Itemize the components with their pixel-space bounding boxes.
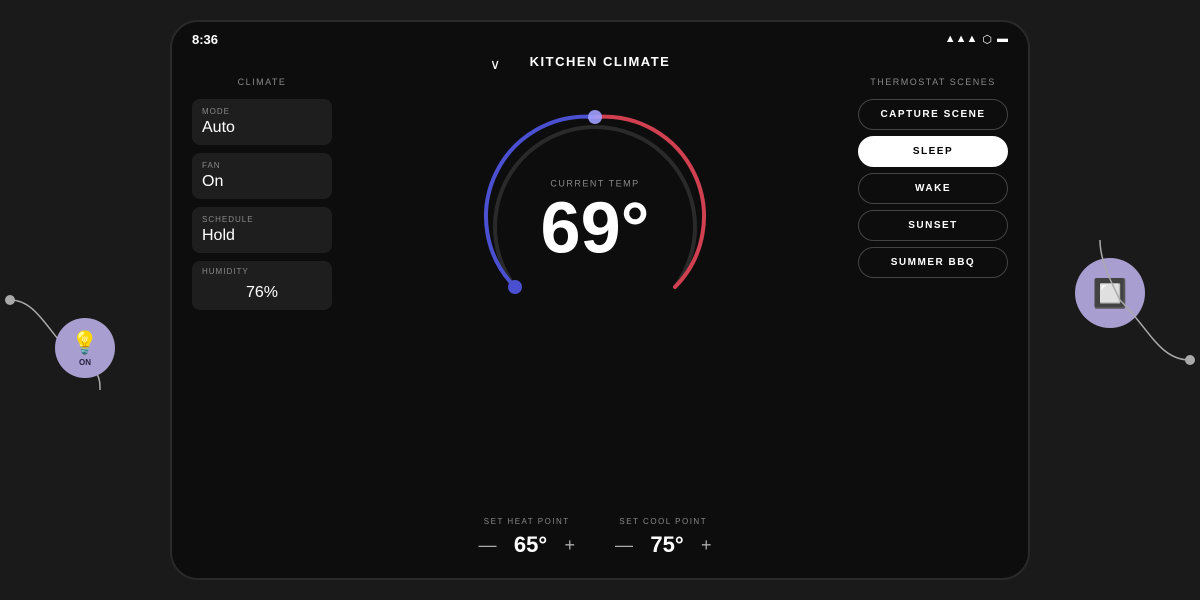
cool-point-value: 75° bbox=[647, 532, 687, 558]
set-points: SET HEAT POINT — 65° + SET COOL POINT — … bbox=[478, 517, 711, 558]
scene-button-summer-bbq[interactable]: SUMMER BBQ bbox=[858, 247, 1008, 278]
status-time: 8:36 bbox=[192, 32, 218, 47]
wifi-icon: ⬡ bbox=[982, 33, 992, 46]
cool-point-group: SET COOL POINT — 75° + bbox=[615, 517, 712, 558]
heat-point-controls: — 65° + bbox=[478, 532, 575, 558]
heat-plus-button[interactable]: + bbox=[564, 536, 575, 554]
page-title: KITCHEN CLIMATE bbox=[530, 54, 671, 69]
scene-wrapper: 💡 ON 🔲 8:36 ▲▲▲ ⬡ ▬ ∨ KITCHEN CLIMATE bbox=[0, 0, 1200, 600]
fan-value: On bbox=[202, 173, 322, 191]
scene-button-capture-scene[interactable]: CAPTURE SCENE bbox=[858, 99, 1008, 130]
scenes-title: THERMOSTAT SCENES bbox=[858, 77, 1008, 91]
bulb-icon: 💡 bbox=[71, 330, 98, 356]
left-bubble[interactable]: 💡 ON bbox=[55, 318, 115, 378]
mode-value: Auto bbox=[202, 119, 322, 137]
battery-icon: ▬ bbox=[997, 33, 1008, 45]
humidity-label: HUMIDITY bbox=[202, 267, 322, 276]
schedule-label: SCHEDULE bbox=[202, 215, 322, 224]
thermostat-dial[interactable]: CURRENT TEMP 69° bbox=[465, 87, 725, 347]
mode-card[interactable]: MODE Auto bbox=[192, 99, 332, 145]
schedule-card[interactable]: SCHEDULE Hold bbox=[192, 207, 332, 253]
current-temp-value: 69° bbox=[541, 188, 650, 268]
heat-point-group: SET HEAT POINT — 65° + bbox=[478, 517, 575, 558]
main-content: CLIMATE MODE Auto FAN On SCHEDULE Hold H… bbox=[172, 77, 1028, 578]
fan-label: FAN bbox=[202, 161, 322, 170]
humidity-value: 76% bbox=[202, 284, 322, 302]
scene-button-wake[interactable]: WAKE bbox=[858, 173, 1008, 204]
schedule-value: Hold bbox=[202, 227, 322, 245]
scene-button-sleep[interactable]: SLEEP bbox=[858, 136, 1008, 167]
center-panel: CURRENT TEMP 69° SET HEAT POINT — 65° + bbox=[352, 77, 838, 568]
right-panel: THERMOSTAT SCENES CAPTURE SCENE SLEEP WAKE… bbox=[858, 77, 1008, 568]
temp-display: CURRENT TEMP 69° bbox=[541, 178, 650, 264]
heat-minus-button[interactable]: — bbox=[478, 536, 496, 554]
heat-point-label: SET HEAT POINT bbox=[484, 517, 570, 526]
current-temp-label: CURRENT TEMP bbox=[541, 178, 650, 188]
climate-section-title: CLIMATE bbox=[192, 77, 332, 91]
left-panel: CLIMATE MODE Auto FAN On SCHEDULE Hold H… bbox=[192, 77, 332, 568]
humidity-card: HUMIDITY 76% bbox=[192, 261, 332, 310]
tablet: 8:36 ▲▲▲ ⬡ ▬ ∨ KITCHEN CLIMATE CLIMATE M… bbox=[170, 20, 1030, 580]
chevron-down-icon[interactable]: ∨ bbox=[490, 56, 500, 73]
scene-button-sunset[interactable]: SUNSET bbox=[858, 210, 1008, 241]
cool-point-label: SET COOL POINT bbox=[619, 517, 707, 526]
cool-minus-button[interactable]: — bbox=[615, 536, 633, 554]
right-connector-svg bbox=[1080, 200, 1200, 400]
heat-point-value: 65° bbox=[510, 532, 550, 558]
cool-point-controls: — 75° + bbox=[615, 532, 712, 558]
cool-plus-button[interactable]: + bbox=[701, 536, 712, 554]
title-bar: ∨ KITCHEN CLIMATE bbox=[172, 50, 1028, 77]
scenes-container: CAPTURE SCENE SLEEP WAKE SUNSET SUMMER BBQ bbox=[858, 99, 1008, 284]
signal-icon: ▲▲▲ bbox=[945, 33, 978, 45]
mode-label: MODE bbox=[202, 107, 322, 116]
status-icons: ▲▲▲ ⬡ ▬ bbox=[945, 33, 1008, 46]
fan-card[interactable]: FAN On bbox=[192, 153, 332, 199]
status-bar: 8:36 ▲▲▲ ⬡ ▬ bbox=[172, 22, 1028, 50]
